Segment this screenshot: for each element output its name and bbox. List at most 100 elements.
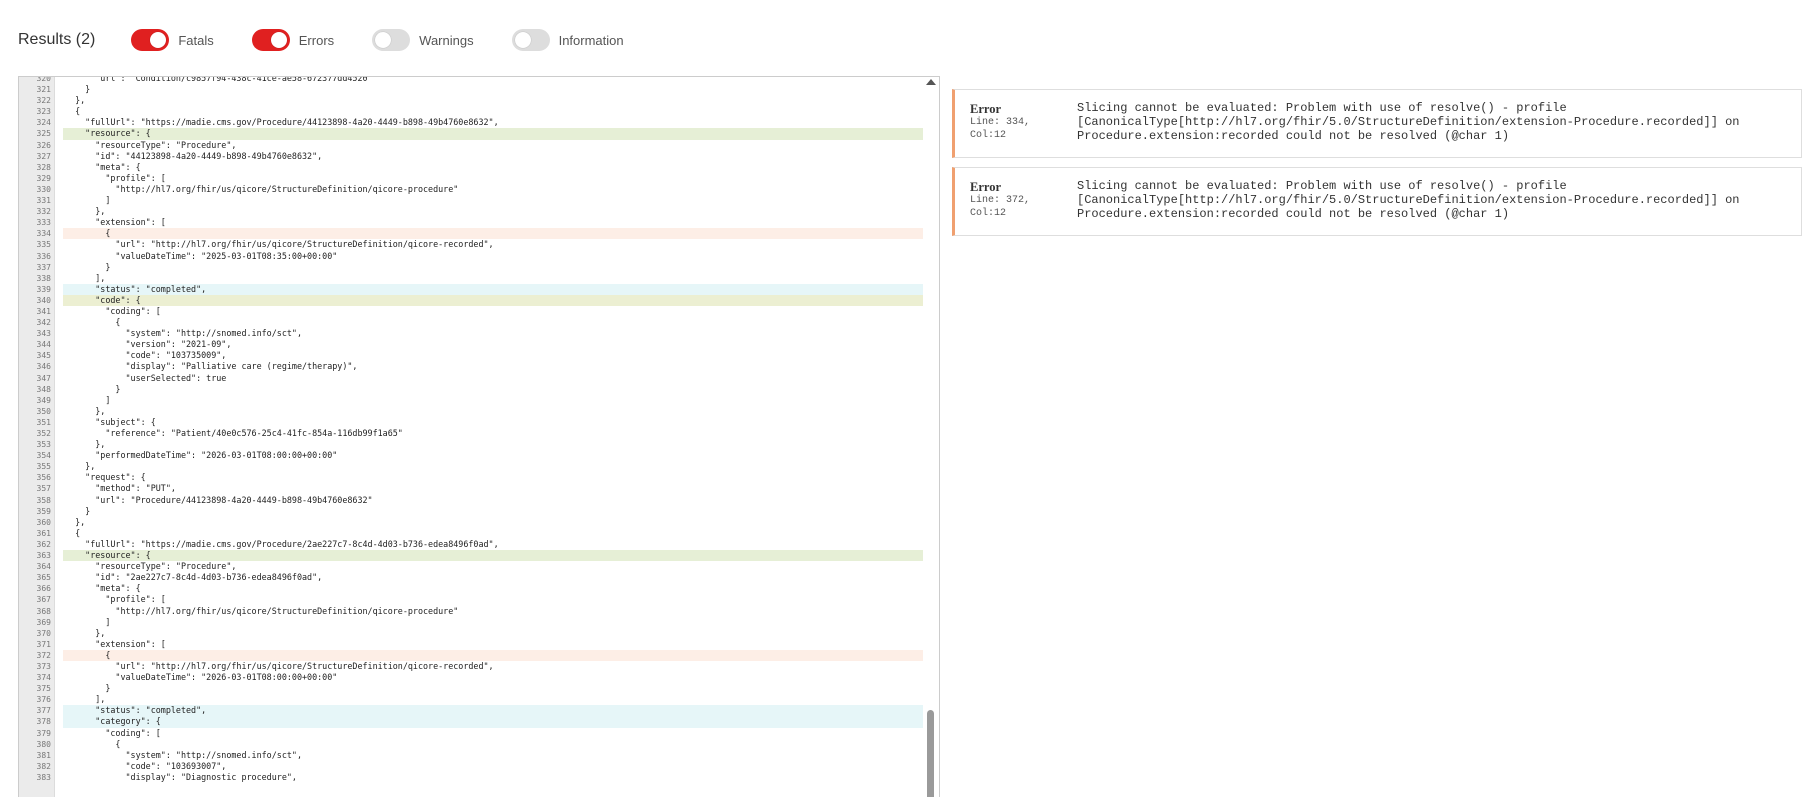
code-line[interactable]: 364 "resourceType": "Procedure", [19,561,924,572]
code-line[interactable]: 362 "fullUrl": "https://madie.cms.gov/Pr… [19,539,924,550]
issue-card[interactable]: Error Line: 372, Col:12 Slicing cannot be… [952,167,1802,236]
line-text: "system": "http://snomed.info/sct", [65,749,302,760]
code-line[interactable]: 336 "valueDateTime": "2025-03-01T08:35:0… [19,251,924,262]
code-line[interactable]: 333 "extension": [ [19,217,924,228]
code-line[interactable]: 334 { [19,228,924,240]
code-line[interactable]: 382 "code": "103693007", [19,761,924,772]
code-line[interactable]: 348 } [19,384,924,395]
code-line[interactable]: 375 } [19,683,924,694]
code-line[interactable]: 327 "id": "44123898-4a20-4449-b898-49b47… [19,151,924,162]
code-line[interactable]: 365 "id": "2ae227c7-8c4d-4d03-b736-edea8… [19,572,924,583]
code-line[interactable]: 351 "subject": { [19,417,924,428]
code-line[interactable]: 349 ] [19,395,924,406]
code-line[interactable]: 372 { [19,649,924,661]
information-toggle[interactable] [511,29,550,51]
issue-message: Slicing cannot be evaluated: Problem wit… [1077,101,1740,143]
code-line[interactable]: 361 { [19,528,924,539]
scroll-up-arrow-icon[interactable] [926,79,936,85]
filter-fatals[interactable]: Fatals [131,29,214,51]
code-line[interactable]: 370 }, [19,628,924,639]
line-text: "subject": { [65,416,156,427]
code-line[interactable]: 322 }, [19,95,924,106]
code-line[interactable]: 357 "method": "PUT", [19,483,924,494]
line-number: 324 [36,118,51,128]
toggle-knob [514,32,531,48]
code-line[interactable]: 380 { [19,739,924,750]
code-line[interactable]: 366 "meta": { [19,583,924,594]
scroll-thumb[interactable] [927,710,934,797]
line-number: 327 [36,151,51,161]
code-line[interactable]: 344 "version": "2021-09", [19,339,924,350]
filter-warnings[interactable]: Warnings [372,29,474,51]
code-line[interactable]: 356 "request": { [19,472,924,483]
code-line[interactable]: 374 "valueDateTime": "2026-03-01T08:00:0… [19,672,924,683]
issue-card[interactable]: Error Line: 334, Col:12 Slicing cannot be… [952,89,1802,158]
code-line[interactable]: 358 "url": "Procedure/44123898-4a20-4449… [19,495,924,506]
code-line[interactable]: 338 ], [19,273,924,284]
line-number: 359 [36,506,51,516]
line-text: "http://hl7.org/fhir/us/qicore/Structure… [65,605,459,616]
editor-scrollbar[interactable] [923,77,939,797]
code-line[interactable]: 330 "http://hl7.org/fhir/us/qicore/Struc… [19,184,924,195]
code-line[interactable]: 342 { [19,317,924,328]
code-line[interactable]: 383 "display": "Diagnostic procedure", [19,772,924,783]
line-number: 379 [36,728,51,738]
code-line[interactable]: 337 } [19,262,924,273]
code-line[interactable]: 332 }, [19,206,924,217]
code-line[interactable]: 373 "url": "http://hl7.org/fhir/us/qicor… [19,661,924,672]
code-line[interactable]: 377 "status": "completed", [19,705,924,717]
code-line[interactable]: 376 ], [19,694,924,705]
code-line[interactable]: 341 "coding": [ [19,306,924,317]
code-line[interactable]: 324 "fullUrl": "https://madie.cms.gov/Pr… [19,117,924,128]
code-line[interactable]: 343 "system": "http://snomed.info/sct", [19,328,924,339]
code-line[interactable]: 367 "profile": [ [19,594,924,605]
line-text: ], [65,272,106,283]
code-line[interactable]: 353 }, [19,439,924,450]
code-line[interactable]: 320 "url": "Condition/c9857f94-438c-41ce… [19,77,924,84]
line-number: 336 [36,251,51,261]
code-line[interactable]: 345 "code": "103735009", [19,350,924,361]
errors-toggle[interactable] [251,29,290,51]
code-line[interactable]: 340 "code": { [19,294,924,306]
line-text: "status": "completed", [63,705,924,717]
code-line[interactable]: 326 "resourceType": "Procedure", [19,140,924,151]
code-line[interactable]: 354 "performedDateTime": "2026-03-01T08:… [19,450,924,461]
code-line[interactable]: 350 }, [19,406,924,417]
line-number: 376 [36,695,51,705]
filter-information[interactable]: Information [511,29,624,51]
code-line[interactable]: 381 "system": "http://snomed.info/sct", [19,750,924,761]
json-editor[interactable]: 320 "url": "Condition/c9857f94-438c-41ce… [18,76,940,797]
fatals-label: Fatals [178,32,214,48]
line-text: "valueDateTime": "2025-03-01T08:35:00+00… [65,250,338,261]
code-line[interactable]: 347 "userSelected": true [19,373,924,384]
code-line[interactable]: 335 "url": "http://hl7.org/fhir/us/qicor… [19,239,924,250]
code-line[interactable]: 355 }, [19,461,924,472]
code-line[interactable]: 329 "profile": [ [19,173,924,184]
code-line[interactable]: 339 "status": "completed", [19,283,924,295]
code-lines[interactable]: 320 "url": "Condition/c9857f94-438c-41ce… [19,77,924,783]
fatals-toggle[interactable] [131,29,170,51]
code-line[interactable]: 369 ] [19,617,924,628]
code-line[interactable]: 352 "reference": "Patient/40e0c576-25c4-… [19,428,924,439]
code-line[interactable]: 379 "coding": [ [19,728,924,739]
line-text: "method": "PUT", [65,483,176,494]
code-line[interactable]: 331 ] [19,195,924,206]
line-text: "reference": "Patient/40e0c576-25c4-41fc… [65,428,403,438]
code-line[interactable]: 363 "resource": { [19,550,924,562]
line-number: 326 [36,140,51,150]
line-text: "meta": { [65,161,141,172]
line-text: "fullUrl": "https://madie.cms.gov/Proced… [65,538,499,549]
warnings-toggle[interactable] [372,29,411,51]
line-number: 380 [36,739,51,749]
code-line[interactable]: 371 "extension": [ [19,639,924,650]
code-line[interactable]: 359 } [19,506,924,517]
code-line[interactable]: 368 "http://hl7.org/fhir/us/qicore/Struc… [19,606,924,617]
code-line[interactable]: 325 "resource": { [19,128,924,140]
code-line[interactable]: 346 "display": "Palliative care (regime/… [19,361,924,372]
code-line[interactable]: 328 "meta": { [19,162,924,173]
code-line[interactable]: 378 "category": { [19,716,924,728]
code-line[interactable]: 321 } [19,84,924,95]
filter-errors[interactable]: Errors [251,29,334,51]
code-line[interactable]: 323 { [19,106,924,117]
code-line[interactable]: 360 }, [19,517,924,528]
